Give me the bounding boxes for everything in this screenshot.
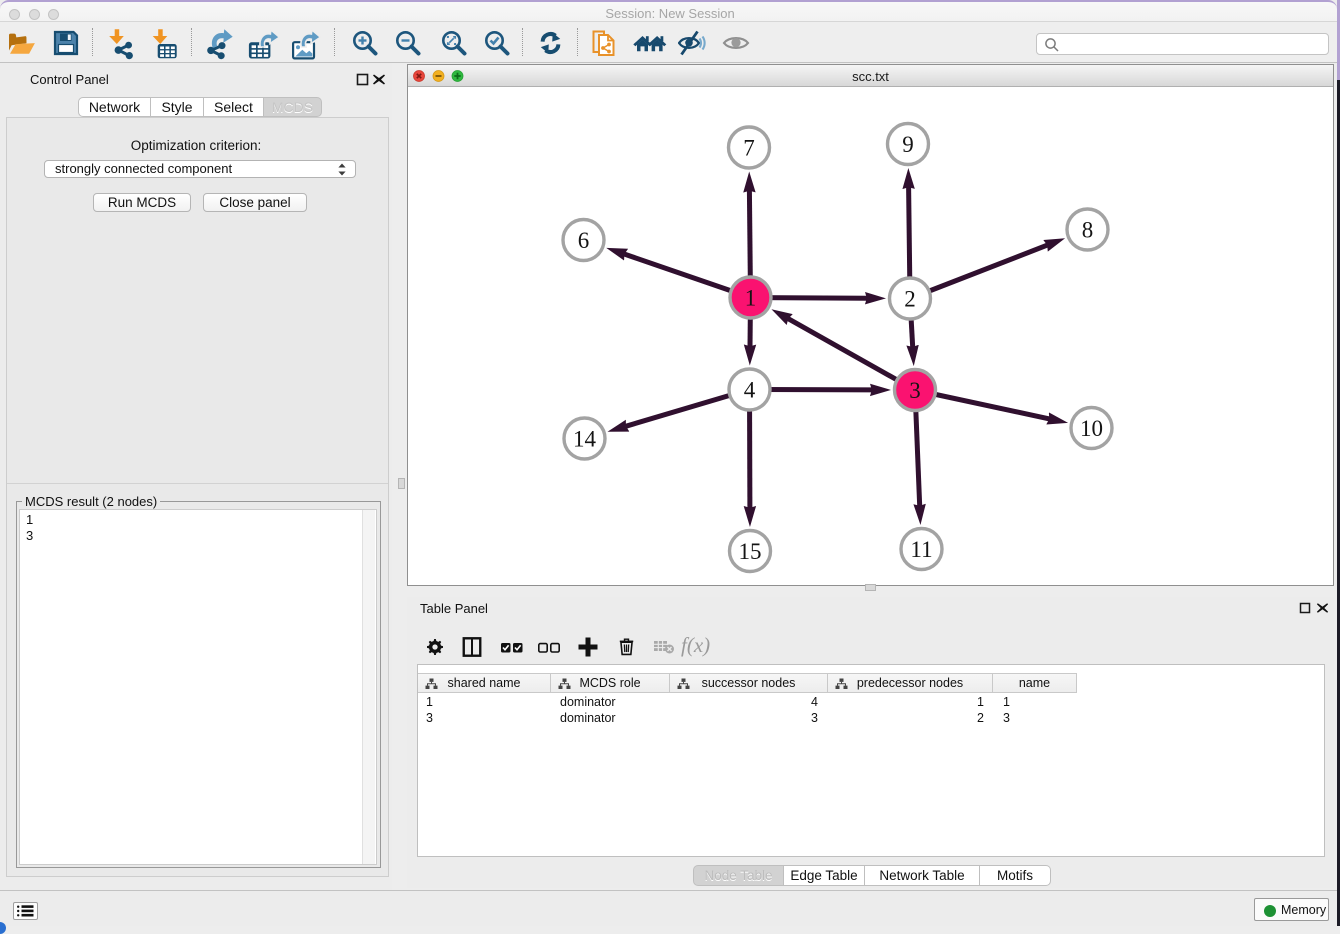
svg-text:8: 8 [1082, 218, 1094, 243]
svg-text:9: 9 [902, 132, 914, 157]
svg-text:10: 10 [1080, 416, 1103, 441]
svg-text:6: 6 [578, 228, 590, 253]
svg-text:14: 14 [573, 427, 597, 452]
svg-text:3: 3 [909, 378, 921, 403]
svg-text:1: 1 [745, 286, 757, 311]
svg-text:7: 7 [743, 136, 755, 161]
svg-text:11: 11 [910, 537, 932, 562]
svg-text:4: 4 [744, 378, 756, 403]
svg-text:2: 2 [904, 287, 916, 312]
svg-text:15: 15 [739, 539, 762, 564]
